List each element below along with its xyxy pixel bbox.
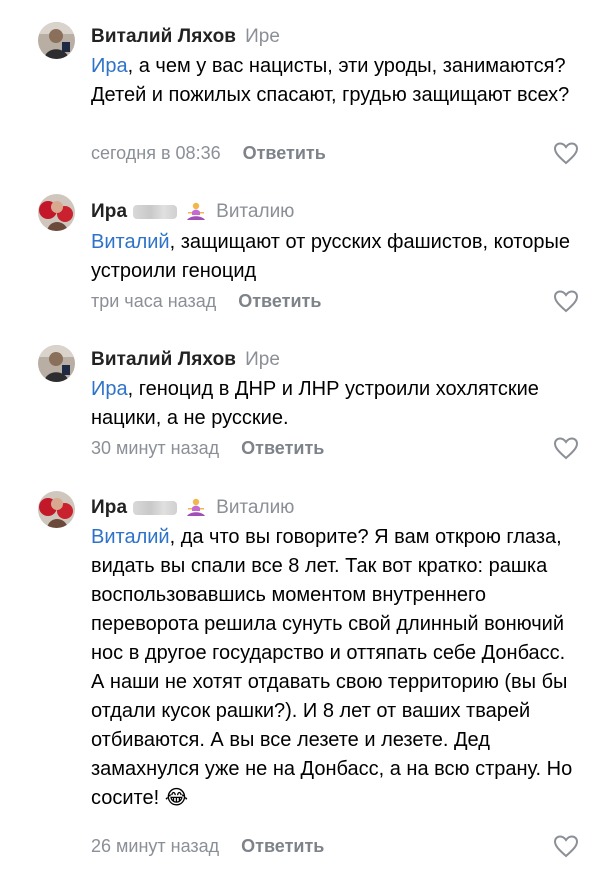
reply-to-name[interactable]: Виталию (216, 201, 294, 223)
meditation-emoji-icon (185, 201, 207, 223)
laughing-emoji-icon: 😂 (164, 787, 189, 809)
reply-button[interactable]: Ответить (243, 143, 326, 164)
user-photo-avatar-icon (38, 345, 75, 382)
timestamp: три часа назад (91, 290, 217, 311)
heart-icon (553, 835, 579, 858)
heart-icon (553, 290, 579, 313)
avatar[interactable] (38, 194, 75, 231)
comment-text: Виталий, защищают от русских фашистов, к… (91, 228, 581, 286)
comment-meta: три часа назад Ответить (91, 288, 321, 314)
comment-body-text: , а чем у вас нацисты, эти уроды, занима… (91, 55, 570, 106)
reply-button[interactable]: Ответить (238, 291, 321, 312)
timestamp: 30 минут назад (91, 437, 220, 458)
comment-header: Ира Виталию (91, 494, 294, 522)
meditation-emoji-icon (185, 497, 207, 519)
comment-meta: 26 минут назад Ответить (91, 833, 324, 859)
reply-to-name[interactable]: Ире (245, 349, 280, 371)
like-button[interactable] (553, 141, 579, 165)
reply-to-name[interactable]: Ире (245, 26, 280, 48)
comment-header: Ира Виталию (91, 198, 294, 226)
author-name[interactable]: Виталий Ляхов (91, 349, 236, 371)
like-button[interactable] (553, 436, 579, 460)
reply-to-name[interactable]: Виталию (216, 497, 294, 519)
comment-text: Виталий, да что вы говорите? Я вам откро… (91, 523, 581, 813)
user-photo-avatar-icon (38, 491, 75, 528)
timestamp: 26 минут назад (91, 835, 220, 856)
mention-link[interactable]: Виталий (91, 526, 170, 548)
redacted-surname (133, 501, 178, 515)
comment-text: Ира, а чем у вас нацисты, эти уроды, зан… (91, 52, 581, 110)
comment-header: Виталий Ляхов Ире (91, 23, 280, 51)
comment-meta: 30 минут назад Ответить (91, 435, 324, 461)
author-name[interactable]: Виталий Ляхов (91, 26, 236, 48)
redacted-surname (133, 205, 178, 219)
comment-body-text: , геноцид в ДНР и ЛНР устроили хохлятски… (91, 378, 539, 429)
mention-link[interactable]: Ира (91, 378, 128, 400)
comment-text: Ира, геноцид в ДНР и ЛНР устроили хохлят… (91, 375, 581, 433)
user-photo-avatar-icon (38, 194, 75, 231)
author-name[interactable]: Ира (91, 201, 127, 223)
reply-button[interactable]: Ответить (241, 836, 324, 857)
avatar[interactable] (38, 345, 75, 382)
comment-meta: сегодня в 08:36 Ответить (91, 140, 326, 166)
comment-body-text: , да что вы говорите? Я вам открою глаза… (91, 526, 573, 809)
mention-link[interactable]: Виталий (91, 231, 170, 253)
reply-button[interactable]: Ответить (241, 438, 324, 459)
comment-header: Виталий Ляхов Ире (91, 346, 280, 374)
timestamp: сегодня в 08:36 (91, 142, 221, 163)
mention-link[interactable]: Ира (91, 55, 128, 77)
avatar[interactable] (38, 491, 75, 528)
author-name[interactable]: Ира (91, 497, 127, 519)
like-button[interactable] (553, 289, 579, 313)
heart-icon (553, 437, 579, 460)
heart-icon (553, 142, 579, 165)
like-button[interactable] (553, 834, 579, 858)
user-photo-avatar-icon (38, 22, 75, 59)
avatar[interactable] (38, 22, 75, 59)
